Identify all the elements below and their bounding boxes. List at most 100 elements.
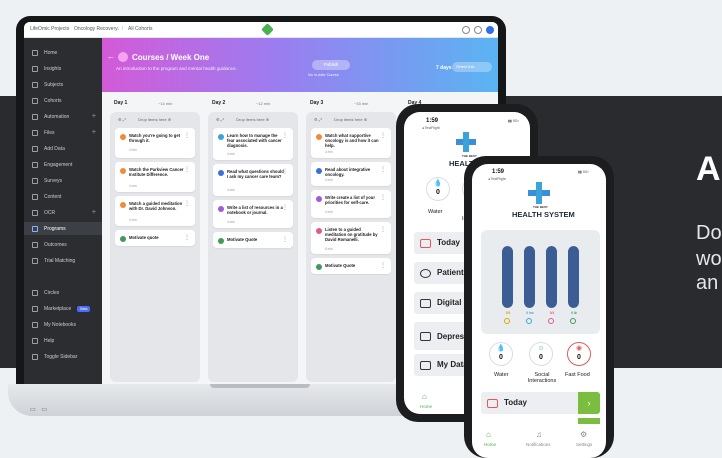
column-tools[interactable]: ⚙ ⤢ Drop items here ⊕ [314, 117, 367, 122]
notebook-icon [32, 321, 38, 328]
more-icon[interactable]: ⋮ [184, 235, 190, 241]
water-metric[interactable]: 💧 0 [426, 177, 450, 201]
sidebar-item-engagement[interactable]: Engagement [24, 158, 102, 171]
sidebar-item-my-notebooks[interactable]: My Notebooks [24, 318, 102, 331]
day-column[interactable]: ⚙ ⤢ Drop items here ⊕ Watch you're going… [110, 112, 200, 382]
sidebar-item-surveys[interactable]: Surveys [24, 174, 102, 187]
tracking-add-icon[interactable] [570, 318, 576, 324]
sidebar-item-insights[interactable]: Insights [24, 62, 102, 75]
tracking-bar[interactable] [502, 246, 513, 308]
sidebar-item-ocr[interactable]: OCR + [24, 206, 102, 219]
gear-icon: ⚙ [580, 430, 588, 439]
more-icon[interactable]: ⋮ [282, 205, 288, 211]
more-icon[interactable]: ⋮ [380, 227, 386, 233]
column-tools[interactable]: ⚙ ⤢ Drop items here ⊕ [118, 117, 171, 122]
course-card[interactable]: Watch a guided meditation with Dr. David… [115, 196, 195, 226]
more-icon[interactable]: ⋮ [184, 201, 190, 207]
course-card[interactable]: Write a list of resources in a notebook … [213, 200, 293, 228]
water-metric[interactable]: 💧 0 [489, 342, 513, 366]
chevron-down-icon[interactable]: ⌄ / [116, 26, 123, 32]
course-card[interactable]: Learn how to manage the fear associated … [213, 128, 293, 160]
settings-icon[interactable] [474, 26, 482, 34]
sidebar-item-cohorts[interactable]: Cohorts [24, 94, 102, 107]
expand-plus-icon[interactable]: + [92, 113, 96, 120]
expand-plus-icon[interactable]: + [92, 209, 96, 216]
sidebar-item-automation[interactable]: Automation + [24, 110, 102, 123]
outcomes-icon [32, 241, 38, 248]
publish-button[interactable]: Publish [312, 60, 350, 70]
more-icon[interactable]: ⋮ [282, 133, 288, 139]
days-label[interactable]: 7 days [436, 65, 452, 71]
tracking-add-icon[interactable] [526, 318, 532, 324]
tracking-bar-fill [502, 246, 513, 308]
share-icon[interactable] [462, 26, 470, 34]
expand-plus-icon[interactable]: + [92, 129, 96, 136]
add-data-icon [32, 145, 38, 152]
tracking-bar[interactable] [524, 246, 535, 308]
breadcrumb-project[interactable]: LifeOmic Projects [30, 26, 69, 32]
column-tools[interactable]: ⚙ ⤢ Drop items here ⊕ [216, 117, 269, 122]
sidebar: Home Insights Subjects Cohorts Automatio… [24, 38, 102, 384]
course-card[interactable]: Motivate Quote ⋮ [213, 232, 293, 248]
card-title: Motivate quote [129, 235, 159, 240]
course-card[interactable]: Watch what supportive oncology is and ho… [311, 128, 391, 158]
sidebar-item-label: Outcomes [44, 241, 67, 248]
health-cross-icon [528, 182, 550, 204]
sidebar-item-programs[interactable]: Programs [24, 222, 102, 235]
sidebar-item-home[interactable]: Home [24, 46, 102, 59]
fast-food-metric[interactable]: ◉ 0 [567, 342, 591, 366]
more-icon[interactable]: ⋮ [380, 263, 386, 269]
menu-label: Patient [437, 268, 464, 277]
more-icon[interactable]: ⋮ [282, 237, 288, 243]
course-card[interactable]: Write create a list of your priorities f… [311, 190, 391, 218]
tracking-add-icon[interactable] [548, 318, 554, 324]
avatar[interactable] [486, 26, 494, 34]
sidebar-item-marketplace[interactable]: Marketplace Beta [24, 302, 102, 315]
sidebar-item-subjects[interactable]: Subjects [24, 78, 102, 91]
card-title: Motivate Quote [325, 263, 356, 268]
day-column[interactable]: ⚙ ⤢ Drop items here ⊕ Learn how to manag… [208, 112, 298, 382]
back-arrow-icon[interactable]: ← [107, 52, 115, 61]
day-column[interactable]: ⚙ ⤢ Drop items here ⊕ Watch what support… [306, 112, 396, 382]
course-card[interactable]: Watch the Parkview Cancer Institute Diff… [115, 162, 195, 192]
course-card[interactable]: Listen to a guided meditation on gratitu… [311, 222, 391, 254]
sidebar-item-label: Programs [44, 225, 66, 232]
more-icon[interactable]: ⋮ [380, 133, 386, 139]
column-duration: ~33 min [354, 101, 369, 106]
search-input[interactable]: Select this [452, 62, 492, 72]
card-duration: 4 min [129, 148, 137, 152]
card-title: Watch you're going to get through it. [129, 133, 181, 144]
breadcrumb-cohort[interactable]: All Cohorts [128, 26, 152, 32]
more-icon[interactable]: ⋮ [184, 167, 190, 173]
course-card[interactable]: Watch you're going to get through it. 4 m… [115, 128, 195, 158]
tracking-bar[interactable] [568, 246, 579, 308]
sidebar-item-trial-matching[interactable]: Trial Matching [24, 254, 102, 267]
sidebar-item-toggle-sidebar[interactable]: Toggle Sidebar [24, 350, 102, 363]
tracking-bar[interactable] [546, 246, 557, 308]
nav-settings[interactable]: Settings [576, 442, 592, 447]
surveys-icon [32, 177, 38, 184]
nav-notifications[interactable]: Notifications [526, 442, 551, 447]
sidebar-item-help[interactable]: Help [24, 334, 102, 347]
sidebar-item-circles[interactable]: Circles [24, 286, 102, 299]
sidebar-item-files[interactable]: Files + [24, 126, 102, 139]
sidebar-item-label: Circles [44, 289, 60, 296]
course-card[interactable]: Motivate quote ⋮ [115, 230, 195, 246]
sidebar-item-content[interactable]: Content [24, 190, 102, 203]
chevron-right-icon[interactable]: › [578, 392, 600, 414]
breadcrumb-dataset[interactable]: Oncology Recovery [74, 26, 118, 32]
social-interactions-metric[interactable]: ☺ 0 [529, 342, 553, 366]
nav-home[interactable]: Home [484, 442, 496, 447]
more-icon[interactable]: ⋮ [282, 169, 288, 175]
more-icon[interactable]: ⋮ [380, 167, 386, 173]
sidebar-item-outcomes[interactable]: Outcomes [24, 238, 102, 251]
course-card[interactable]: Read about integrative oncology. 4 min ⋮ [311, 162, 391, 186]
course-card[interactable]: Motivate Quote ⋮ [311, 258, 391, 274]
more-icon[interactable]: ⋮ [184, 133, 190, 139]
nav-home[interactable]: Home [420, 404, 432, 409]
sidebar-item-add-data[interactable]: Add Data [24, 142, 102, 155]
more-icon[interactable]: ⋮ [380, 195, 386, 201]
hero-line: wo [696, 248, 722, 270]
course-card[interactable]: Read what questions should I ask my canc… [213, 164, 293, 196]
tracking-add-icon[interactable] [504, 318, 510, 324]
